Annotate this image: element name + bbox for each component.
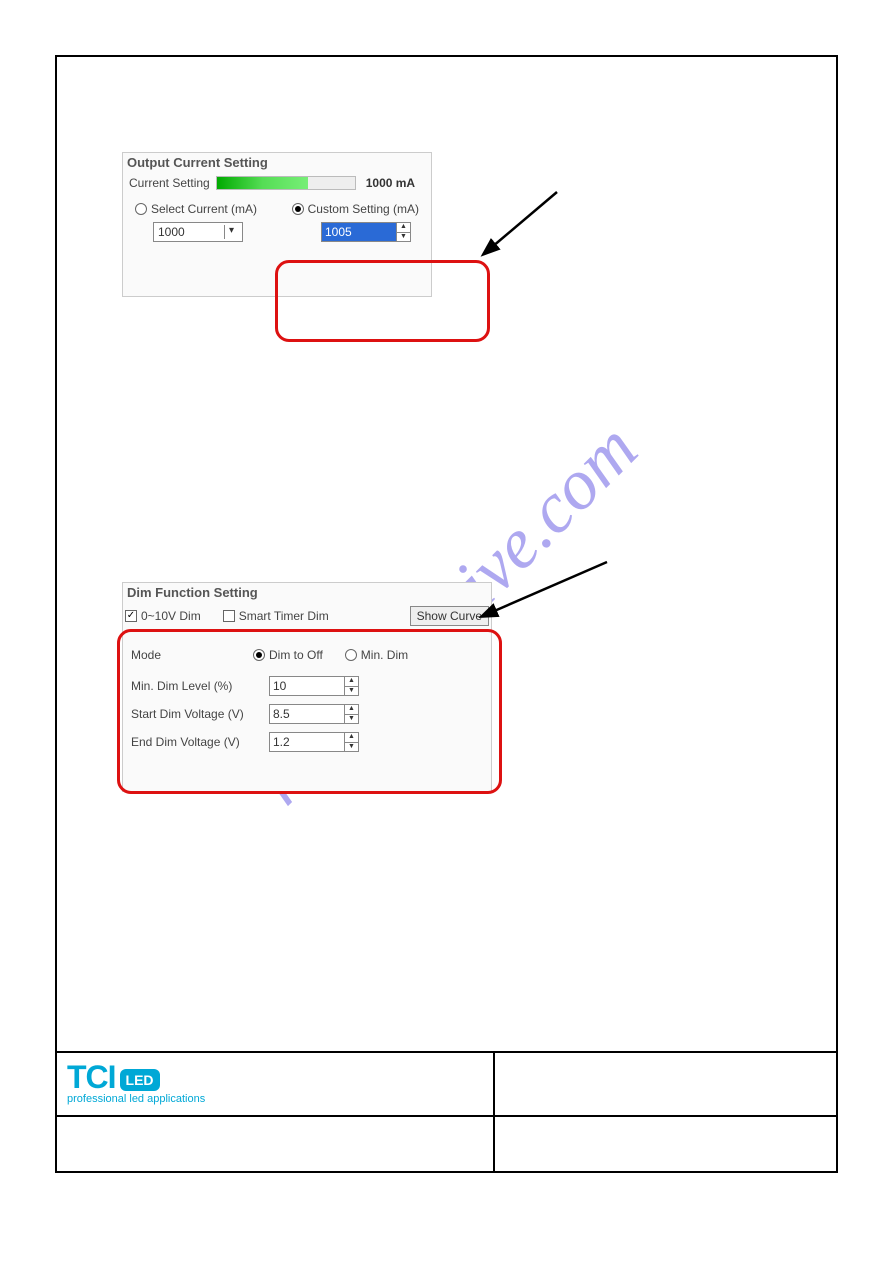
- chevron-down-icon: ▾: [224, 225, 238, 239]
- custom-setting-radio[interactable]: Custom Setting (mA): [292, 202, 419, 216]
- select-current-label: Select Current (mA): [151, 202, 257, 216]
- smart-timer-dim-checkbox[interactable]: Smart Timer Dim: [223, 609, 329, 623]
- checkbox-unchecked-icon: [223, 610, 235, 622]
- smart-timer-dim-label: Smart Timer Dim: [239, 609, 329, 623]
- highlight-box-1: [275, 260, 490, 342]
- panel1-title: Output Current Setting: [123, 153, 431, 172]
- select-current-value: 1000: [158, 225, 185, 239]
- page-footer: TCI LED professional led applications: [57, 1051, 836, 1171]
- current-setting-label: Current Setting: [129, 176, 210, 190]
- dim-0-10v-checkbox[interactable]: 0~10V Dim: [125, 609, 201, 623]
- current-setting-bar-fill: [217, 177, 308, 189]
- panel2-title: Dim Function Setting: [123, 583, 491, 602]
- spinner-up-icon[interactable]: ▲: [397, 223, 410, 233]
- custom-setting-spinner[interactable]: 1005 ▲ ▼: [321, 222, 411, 242]
- highlight-box-2: [117, 629, 502, 794]
- footer-logo-cell: TCI LED professional led applications: [57, 1053, 495, 1115]
- radio-checked-icon: [292, 203, 304, 215]
- select-current-dropdown[interactable]: 1000 ▾: [153, 222, 243, 242]
- custom-setting-value: 1005: [322, 223, 396, 241]
- spinner-down-icon[interactable]: ▼: [397, 233, 410, 242]
- current-setting-value: 1000 mA: [366, 176, 415, 190]
- radio-unchecked-icon: [135, 203, 147, 215]
- logo-text: TCI: [67, 1063, 116, 1091]
- current-setting-bar: [216, 176, 356, 190]
- page-frame: Output Current Setting Current Setting 1…: [55, 55, 838, 1173]
- dim-0-10v-label: 0~10V Dim: [141, 609, 201, 623]
- arrow-annotation-1: [477, 187, 567, 267]
- select-current-radio[interactable]: Select Current (mA): [135, 202, 257, 216]
- arrow-annotation-2: [477, 557, 617, 627]
- logo-subtitle: professional led applications: [67, 1093, 483, 1105]
- checkbox-checked-icon: [125, 610, 137, 622]
- custom-setting-label: Custom Setting (mA): [308, 202, 419, 216]
- footer-bottom-left-cell: [57, 1117, 495, 1171]
- logo-badge: LED: [120, 1069, 160, 1091]
